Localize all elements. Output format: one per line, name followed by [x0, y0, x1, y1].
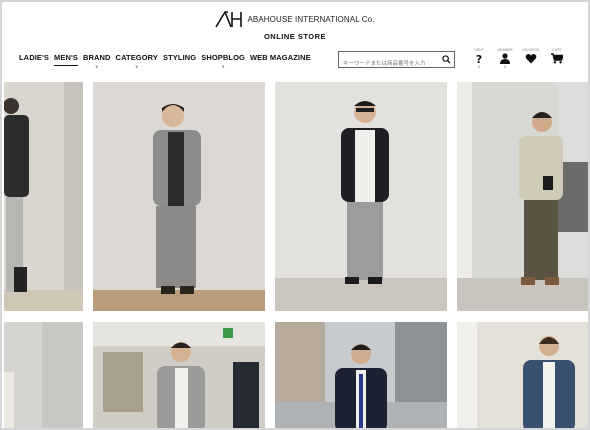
- cart-label: CART: [552, 48, 562, 52]
- styling-photo-image: [457, 82, 588, 311]
- nav-label: WEB MAGAZINE: [249, 53, 311, 62]
- nav-label: SHOPBLOG: [201, 53, 245, 62]
- help-icon: ?: [476, 53, 482, 64]
- styling-photo[interactable]: [457, 82, 588, 311]
- styling-photo[interactable]: [275, 322, 447, 428]
- nav-item-styling[interactable]: STYLING: [163, 53, 196, 62]
- styling-photo[interactable]: [93, 322, 265, 428]
- nav-item-mens[interactable]: MEN'S: [54, 53, 78, 66]
- styling-photo[interactable]: [93, 82, 265, 311]
- search-icon[interactable]: [442, 55, 451, 64]
- header-icons: HELP ? ∨ MEMBER ∨ FAVORITE CART: [472, 48, 564, 69]
- styling-photo-image: [275, 322, 447, 428]
- main-nav: LADIE'S MEN'S BRAND ∨ CATEGORY ∨ STYLING S…: [19, 53, 311, 70]
- cart-icon: [551, 53, 563, 64]
- cart-button[interactable]: CART: [550, 48, 564, 69]
- styling-photo[interactable]: [275, 82, 447, 311]
- nav-label: LADIE'S: [19, 53, 49, 62]
- styling-photo-image: [457, 322, 588, 428]
- chevron-down-icon: ∨: [221, 64, 225, 70]
- ah-logo-icon: [215, 11, 243, 28]
- search-box: [338, 51, 455, 72]
- browser-frame: ABAHOUSE INTERNATIONAL Co. ONLINE STORE …: [0, 0, 590, 430]
- chevron-down-icon: ∨: [94, 64, 99, 70]
- chevron-down-icon: ∨: [503, 64, 507, 69]
- help-button[interactable]: HELP ? ∨: [472, 48, 486, 69]
- favorite-button[interactable]: FAVORITE: [522, 48, 540, 69]
- chevron-down-icon: ∨: [477, 64, 481, 69]
- styling-photo-image: [4, 322, 83, 428]
- nav-item-brand[interactable]: BRAND ∨: [82, 53, 111, 70]
- brand-name: ABAHOUSE INTERNATIONAL Co.: [247, 14, 375, 24]
- styling-photo-image: [93, 322, 265, 428]
- nav-item-ladies[interactable]: LADIE'S: [19, 53, 49, 62]
- nav-label: CATEGORY: [115, 53, 159, 62]
- nav-label: STYLING: [163, 53, 197, 62]
- chevron-down-icon: ∨: [134, 64, 139, 70]
- member-button[interactable]: MEMBER ∨: [497, 48, 513, 69]
- nav-label: MEN'S: [54, 53, 78, 62]
- brand-header: ABAHOUSE INTERNATIONAL Co.: [2, 10, 588, 33]
- favorite-icon: [525, 54, 537, 64]
- member-label: MEMBER: [497, 48, 513, 52]
- styling-photo-image: [4, 82, 83, 311]
- styling-photo-image: [275, 82, 447, 311]
- styling-photo-image: [93, 82, 265, 311]
- styling-photo[interactable]: [4, 82, 83, 311]
- nav-label: BRAND: [82, 53, 111, 62]
- search-input[interactable]: [339, 56, 437, 72]
- help-label: HELP: [474, 48, 484, 52]
- nav-item-shopblog[interactable]: SHOPBLOG ∨: [201, 53, 245, 70]
- svg-text:?: ?: [476, 53, 482, 64]
- member-icon: [500, 53, 510, 64]
- store-subtitle: ONLINE STORE: [263, 32, 327, 41]
- styling-photo[interactable]: [4, 322, 83, 428]
- styling-photo[interactable]: [457, 322, 588, 428]
- favorite-label: FAVORITE: [522, 48, 540, 52]
- brand-row[interactable]: ABAHOUSE INTERNATIONAL Co.: [215, 10, 374, 28]
- nav-item-category[interactable]: CATEGORY ∨: [115, 53, 159, 70]
- nav-item-web-magazine[interactable]: WEB MAGAZINE: [250, 53, 311, 62]
